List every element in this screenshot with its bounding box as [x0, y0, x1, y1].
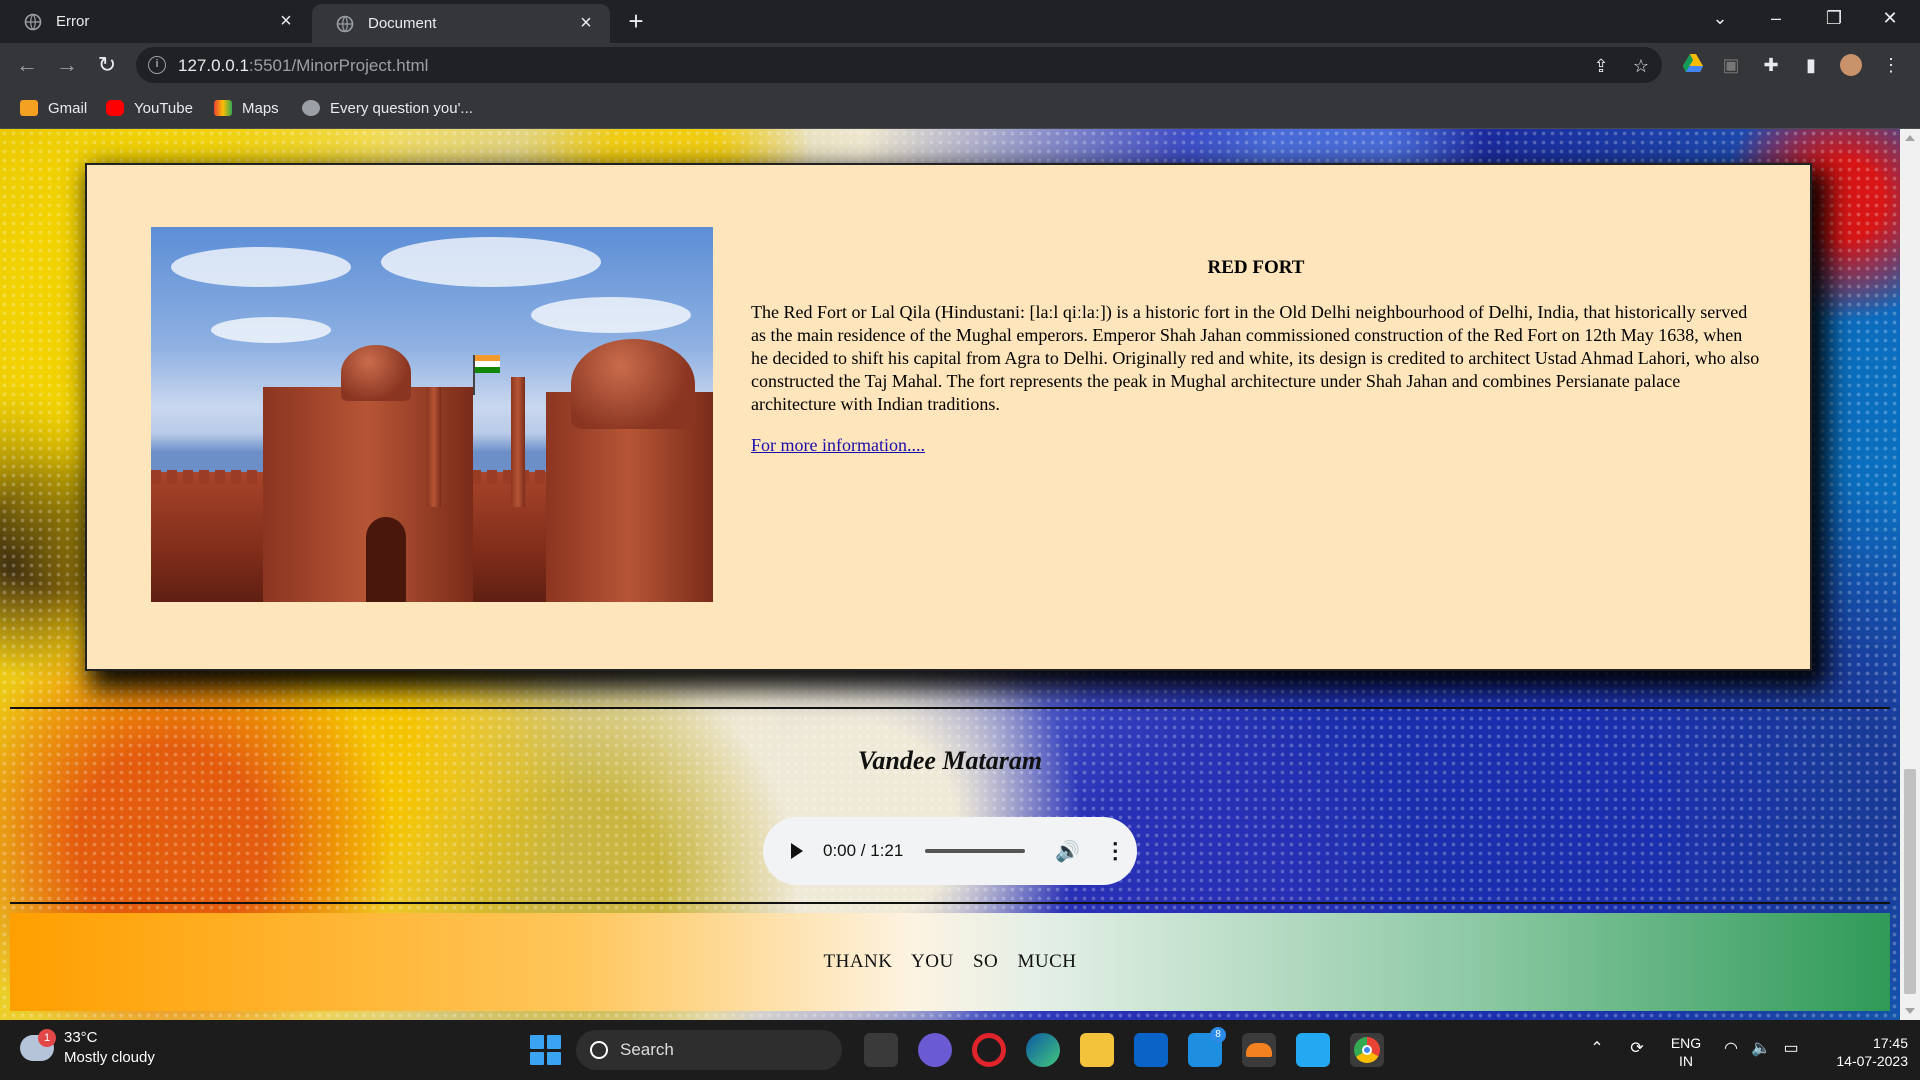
- volume-icon[interactable]: 🔈: [1750, 1038, 1772, 1060]
- file-explorer-icon[interactable]: [1080, 1033, 1114, 1067]
- chevron-up-icon[interactable]: ⌃: [1586, 1038, 1608, 1060]
- bookmark-gmail[interactable]: Gmail: [20, 97, 87, 119]
- site-info-icon[interactable]: i: [148, 56, 166, 74]
- side-panel-icon[interactable]: ▮: [1800, 54, 1822, 76]
- more-info-link[interactable]: For more information....: [751, 435, 925, 456]
- windows-start-button[interactable]: [528, 1033, 562, 1067]
- clock[interactable]: 17:45 14-07-2023: [1818, 1034, 1908, 1070]
- minimize-button[interactable]: –: [1748, 0, 1804, 36]
- monument-heading: RED FORT: [1207, 257, 1305, 278]
- chrome-icon[interactable]: [1350, 1033, 1384, 1067]
- close-tab-icon[interactable]: ×: [276, 11, 296, 32]
- monument-text: RED FORT The Red Fort or Lal Qila (Hindu…: [751, 257, 1761, 456]
- tab-search-icon[interactable]: ⌄: [1692, 0, 1748, 36]
- teams-chat-icon[interactable]: [918, 1033, 952, 1067]
- search-label: Search: [620, 1040, 674, 1059]
- back-icon[interactable]: ←: [13, 51, 41, 79]
- maps-icon: [214, 100, 232, 116]
- opera-icon[interactable]: [972, 1033, 1006, 1067]
- reload-icon[interactable]: ↻: [93, 51, 121, 79]
- audio-time: 0:00 / 1:21: [823, 841, 904, 860]
- tab-title: Error: [56, 13, 90, 30]
- gmail-icon: [20, 100, 38, 116]
- restore-button[interactable]: ❐: [1806, 0, 1862, 36]
- divider: [10, 902, 1890, 904]
- footer-text: THANK YOU SO MUCH: [823, 951, 1077, 972]
- extension-robot-icon[interactable]: ▣: [1720, 54, 1742, 76]
- audio-player[interactable]: 0:00 / 1:21 🔊 ⋮: [763, 817, 1137, 885]
- motto-text: Vandee Mataram: [857, 746, 1043, 775]
- audio-progress-bar[interactable]: [925, 849, 1026, 853]
- tab-error[interactable]: Error ×: [0, 0, 310, 43]
- weather-desc: Mostly cloudy: [64, 1049, 155, 1066]
- taskbar: 1 33°C Mostly cloudy Search 8 ⌃ ⟳ ENG IN…: [0, 1020, 1920, 1080]
- footer-banner: THANK YOU SO MUCH: [10, 913, 1890, 1011]
- bookmark-every-question[interactable]: Every question you'...: [302, 97, 473, 119]
- wifi-icon[interactable]: ◠: [1720, 1038, 1742, 1060]
- bookmark-label: Maps: [242, 99, 279, 117]
- sync-icon[interactable]: ⟳: [1626, 1038, 1648, 1060]
- google-drive-icon[interactable]: [1682, 54, 1704, 76]
- bookmark-label: YouTube: [134, 99, 193, 117]
- browser-toolbar: ← → ↻ i 127.0.0.1:5501/MinorProject.html…: [0, 43, 1920, 87]
- mail-icon[interactable]: 8: [1188, 1027, 1226, 1067]
- globe-icon: [336, 15, 354, 33]
- volume-icon[interactable]: 🔊: [1055, 839, 1080, 864]
- weather-widget[interactable]: 1 33°C Mostly cloudy: [20, 1028, 155, 1068]
- task-view-icon[interactable]: [864, 1033, 898, 1067]
- tab-document[interactable]: Document ×: [312, 4, 610, 43]
- page-viewport: RED FORT The Red Fort or Lal Qila (Hindu…: [0, 129, 1900, 1020]
- battery-icon[interactable]: ▭: [1780, 1038, 1802, 1060]
- monument-description: The Red Fort or Lal Qila (Hindustani: [l…: [751, 302, 1760, 414]
- new-tab-button[interactable]: +: [622, 6, 650, 36]
- bookmark-youtube[interactable]: YouTube: [106, 97, 193, 119]
- bookmarks-bar: Gmail YouTube Maps Every question you'..…: [0, 87, 1920, 129]
- cloud-icon: 1: [20, 1029, 56, 1061]
- taskbar-search[interactable]: Search: [576, 1030, 842, 1070]
- red-fort-image: [151, 227, 713, 602]
- scroll-thumb[interactable]: [1904, 769, 1916, 994]
- indian-flag: [474, 355, 500, 373]
- audio-options-icon[interactable]: ⋮: [1104, 838, 1126, 864]
- monument-card: RED FORT The Red Fort or Lal Qila (Hindu…: [85, 163, 1812, 671]
- globe-icon: [24, 13, 42, 31]
- bookmark-star-icon[interactable]: ☆: [1630, 55, 1652, 77]
- tab-strip: Error × Document × + ⌄ – ❐ ✕: [0, 0, 1920, 43]
- bookmark-label: Gmail: [48, 99, 88, 117]
- tab-title: Document: [368, 15, 437, 32]
- menu-kebab-icon[interactable]: ⋮: [1880, 54, 1902, 76]
- language-indicator[interactable]: ENG IN: [1666, 1034, 1706, 1070]
- notification-badge: 1: [38, 1029, 56, 1047]
- close-window-button[interactable]: ✕: [1862, 0, 1918, 36]
- play-icon[interactable]: [791, 843, 803, 859]
- scroll-down-arrow[interactable]: [1905, 1008, 1915, 1014]
- bookmark-maps[interactable]: Maps: [214, 97, 279, 119]
- profile-avatar[interactable]: [1840, 54, 1862, 76]
- youtube-icon: [106, 100, 124, 116]
- weather-temp: 33°C: [64, 1029, 98, 1046]
- share-icon[interactable]: ⇪: [1590, 55, 1612, 77]
- divider: [10, 707, 1890, 709]
- cloud-app-icon[interactable]: [1242, 1033, 1276, 1067]
- vscode-icon[interactable]: [1296, 1033, 1330, 1067]
- url-text: 127.0.0.1:5501/MinorProject.html: [178, 56, 429, 75]
- search-icon: [590, 1041, 608, 1059]
- scroll-up-arrow[interactable]: [1905, 135, 1915, 141]
- page-scrollbar[interactable]: [1900, 129, 1920, 1020]
- edge-icon[interactable]: [1026, 1033, 1060, 1067]
- globe-icon: [302, 100, 320, 116]
- mail-badge: 8: [1210, 1027, 1226, 1043]
- forward-icon[interactable]: →: [53, 51, 81, 79]
- bookmark-label: Every question you'...: [330, 99, 473, 117]
- extensions-puzzle-icon[interactable]: ✚: [1760, 54, 1782, 76]
- outlook-icon[interactable]: [1134, 1033, 1168, 1067]
- close-tab-icon[interactable]: ×: [576, 13, 596, 34]
- address-bar[interactable]: i 127.0.0.1:5501/MinorProject.html ⇪ ☆: [136, 47, 1662, 83]
